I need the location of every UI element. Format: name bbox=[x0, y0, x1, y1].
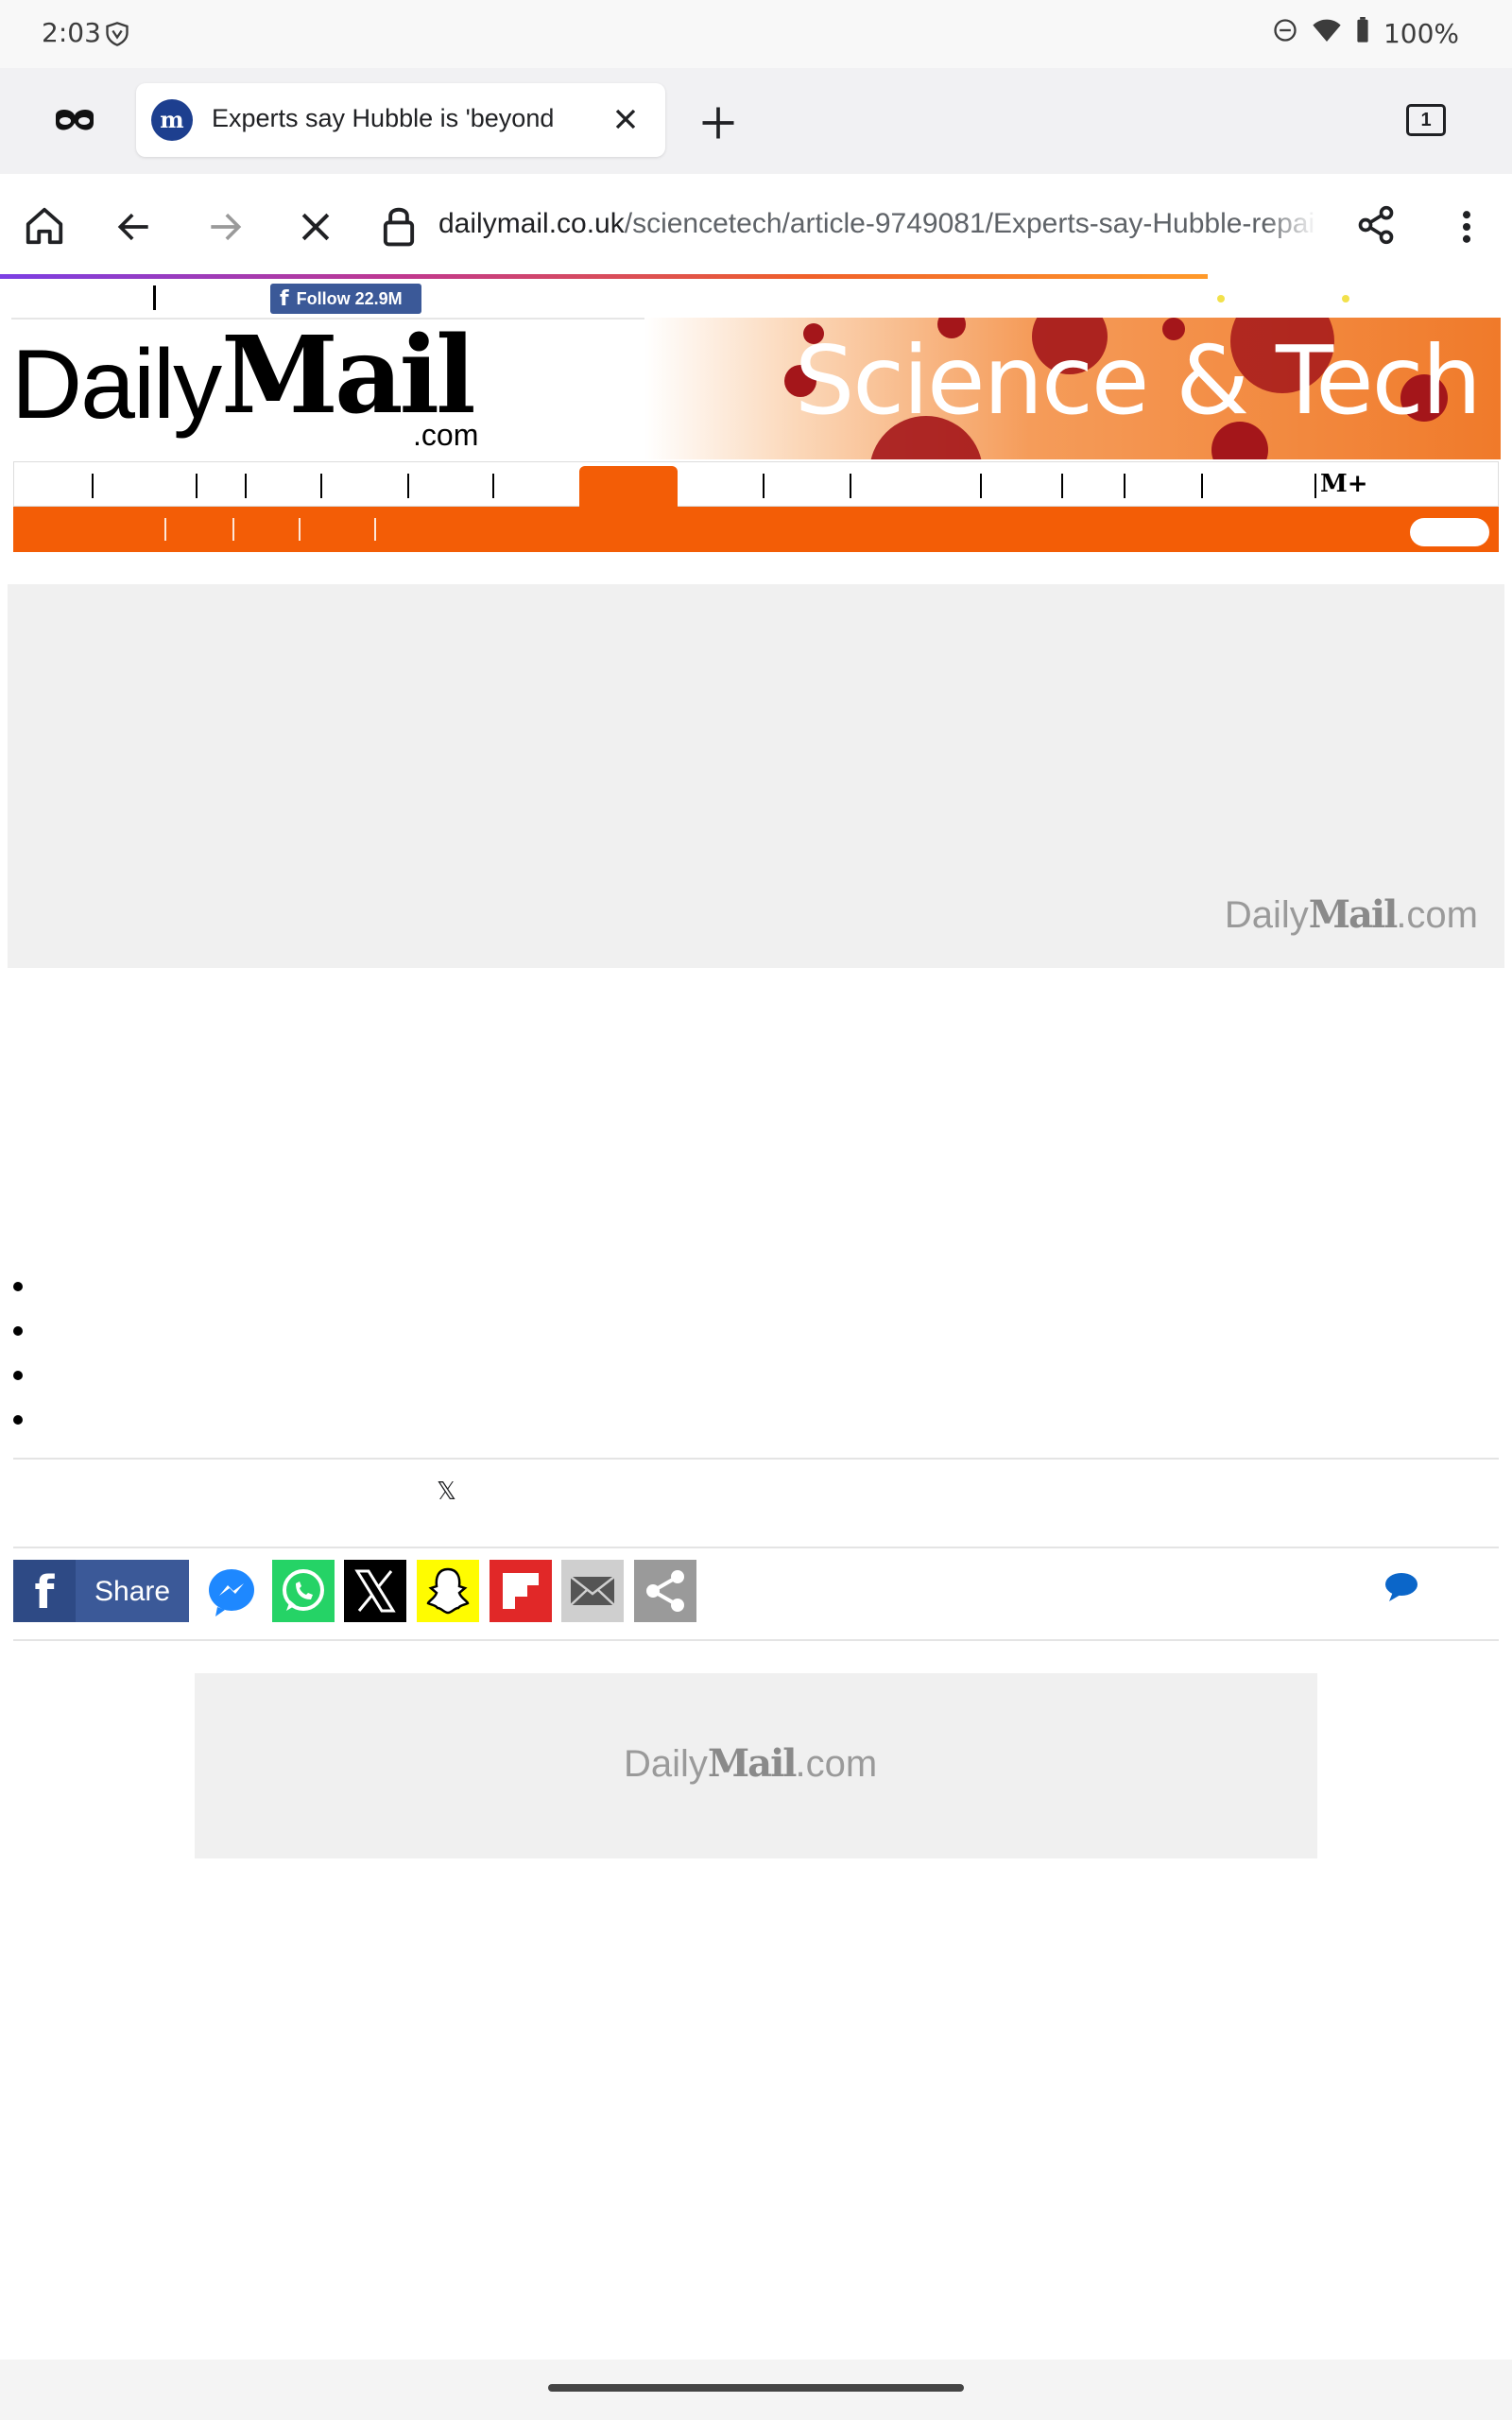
ad-logo-daily: Daily bbox=[624, 1743, 708, 1785]
comment-bubble-icon[interactable] bbox=[1383, 1571, 1419, 1608]
decor-dot bbox=[1342, 295, 1349, 302]
share-icon[interactable] bbox=[1355, 204, 1397, 251]
email-share-icon[interactable] bbox=[561, 1560, 624, 1622]
masthead: Daily Mail .com Science & Tech bbox=[11, 314, 1501, 459]
messenger-icon[interactable] bbox=[200, 1560, 263, 1622]
sub-nav bbox=[13, 507, 1499, 552]
close-tab-icon[interactable] bbox=[609, 98, 643, 148]
nav-separator bbox=[92, 474, 94, 498]
logo-com: .com bbox=[413, 418, 479, 452]
nav-separator bbox=[492, 474, 494, 498]
share-label: Share bbox=[94, 1576, 171, 1607]
x-twitter-icon[interactable]: 𝕏 bbox=[437, 1477, 456, 1506]
dailymail-favicon-icon: m bbox=[151, 99, 193, 141]
list-bullet bbox=[13, 1415, 23, 1425]
gesture-home-bar[interactable] bbox=[548, 2384, 964, 2392]
tab-title: Experts say Hubble is 'beyond bbox=[212, 104, 555, 132]
url-path: /sciencetech/article-9749081/Experts-say… bbox=[624, 208, 1315, 239]
nav-separator bbox=[980, 474, 982, 498]
snapchat-icon[interactable] bbox=[417, 1560, 479, 1622]
facebook-share-button[interactable]: f Share bbox=[13, 1560, 189, 1622]
subnav-separator bbox=[232, 518, 234, 541]
subnav-separator bbox=[374, 518, 376, 541]
new-tab-plus-icon[interactable] bbox=[697, 102, 739, 148]
ad-placeholder[interactable]: DailyMail.com bbox=[8, 584, 1504, 968]
forward-arrow-icon[interactable] bbox=[204, 206, 246, 252]
ad-placeholder[interactable]: DailyMail.com bbox=[195, 1673, 1317, 1858]
subnav-separator bbox=[164, 518, 166, 541]
ad-logo: DailyMail.com bbox=[1225, 892, 1478, 937]
subnav-separator bbox=[299, 518, 301, 541]
follow-label: Follow 22.9M bbox=[296, 288, 403, 308]
tab-switcher-button[interactable]: 1 bbox=[1406, 104, 1446, 136]
logo-daily: Daily bbox=[11, 330, 222, 440]
battery-level: 100% bbox=[1383, 18, 1459, 49]
home-icon[interactable] bbox=[23, 204, 66, 252]
tab-count: 1 bbox=[1420, 110, 1432, 130]
header-divider bbox=[153, 285, 156, 310]
status-right: 100% bbox=[1272, 17, 1459, 50]
ad-logo-mail: Mail bbox=[707, 1741, 798, 1786]
back-arrow-icon[interactable] bbox=[113, 206, 155, 252]
divider bbox=[13, 1547, 1499, 1548]
nav-separator bbox=[1124, 474, 1125, 498]
more-vert-icon[interactable] bbox=[1453, 206, 1480, 252]
ad-logo: DailyMail.com bbox=[624, 1741, 877, 1786]
nav-separator bbox=[245, 474, 247, 498]
nav-item-sciencetech-active[interactable] bbox=[579, 466, 678, 510]
list-bullet bbox=[13, 1326, 23, 1336]
nav-separator bbox=[763, 474, 765, 498]
facebook-f-icon: f bbox=[280, 286, 289, 311]
nav-separator bbox=[196, 474, 198, 498]
section-nav: M+ bbox=[13, 461, 1499, 510]
x-share-icon[interactable] bbox=[344, 1560, 406, 1622]
nav-separator bbox=[850, 474, 851, 498]
list-bullet bbox=[13, 1282, 23, 1291]
dnd-icon bbox=[1272, 17, 1298, 50]
status-bar: 2:03 100% bbox=[0, 0, 1512, 68]
wifi-icon bbox=[1312, 17, 1342, 50]
url-text[interactable]: dailymail.co.uk/sciencetech/article-9749… bbox=[438, 208, 1317, 240]
stop-loading-icon[interactable] bbox=[295, 206, 336, 252]
battery-icon bbox=[1355, 17, 1370, 50]
ad-logo-com: .com bbox=[1396, 894, 1478, 936]
divider bbox=[13, 1458, 1499, 1460]
facebook-f-icon: f bbox=[13, 1560, 76, 1622]
nav-separator bbox=[1061, 474, 1063, 498]
nav-separator bbox=[320, 474, 322, 498]
dailymail-logo[interactable]: Daily Mail .com bbox=[11, 314, 503, 459]
subnav-search-pill[interactable] bbox=[1410, 518, 1489, 546]
nav-separator bbox=[1314, 474, 1316, 498]
divider bbox=[13, 1639, 1499, 1641]
whatsapp-icon[interactable] bbox=[272, 1560, 335, 1622]
more-share-icon[interactable] bbox=[634, 1560, 696, 1622]
address-bar[interactable]: dailymail.co.uk/sciencetech/article-9749… bbox=[367, 185, 1331, 268]
decor-dot bbox=[1217, 295, 1225, 302]
list-bullet bbox=[13, 1371, 23, 1380]
url-domain: dailymail.co.uk bbox=[438, 208, 625, 239]
nav-separator bbox=[407, 474, 409, 498]
facebook-follow-button[interactable]: f Follow 22.9M bbox=[270, 284, 421, 314]
flipboard-icon[interactable] bbox=[490, 1560, 552, 1622]
section-banner[interactable]: Science & Tech bbox=[644, 318, 1501, 459]
active-tab[interactable]: m Experts say Hubble is 'beyond bbox=[136, 83, 665, 157]
incognito-mask-icon[interactable] bbox=[53, 104, 96, 141]
mail-plus-link[interactable]: M+ bbox=[1320, 470, 1368, 498]
page-load-progress bbox=[0, 274, 1208, 279]
section-title: Science & Tech bbox=[794, 325, 1482, 436]
vpn-shield-icon bbox=[104, 21, 130, 52]
ad-logo-com: .com bbox=[795, 1743, 878, 1785]
ad-logo-daily: Daily bbox=[1224, 894, 1309, 936]
status-time: 2:03 bbox=[42, 17, 101, 48]
lock-icon[interactable] bbox=[382, 204, 416, 252]
nav-separator bbox=[1201, 474, 1203, 498]
ad-logo-mail: Mail bbox=[1308, 892, 1399, 937]
